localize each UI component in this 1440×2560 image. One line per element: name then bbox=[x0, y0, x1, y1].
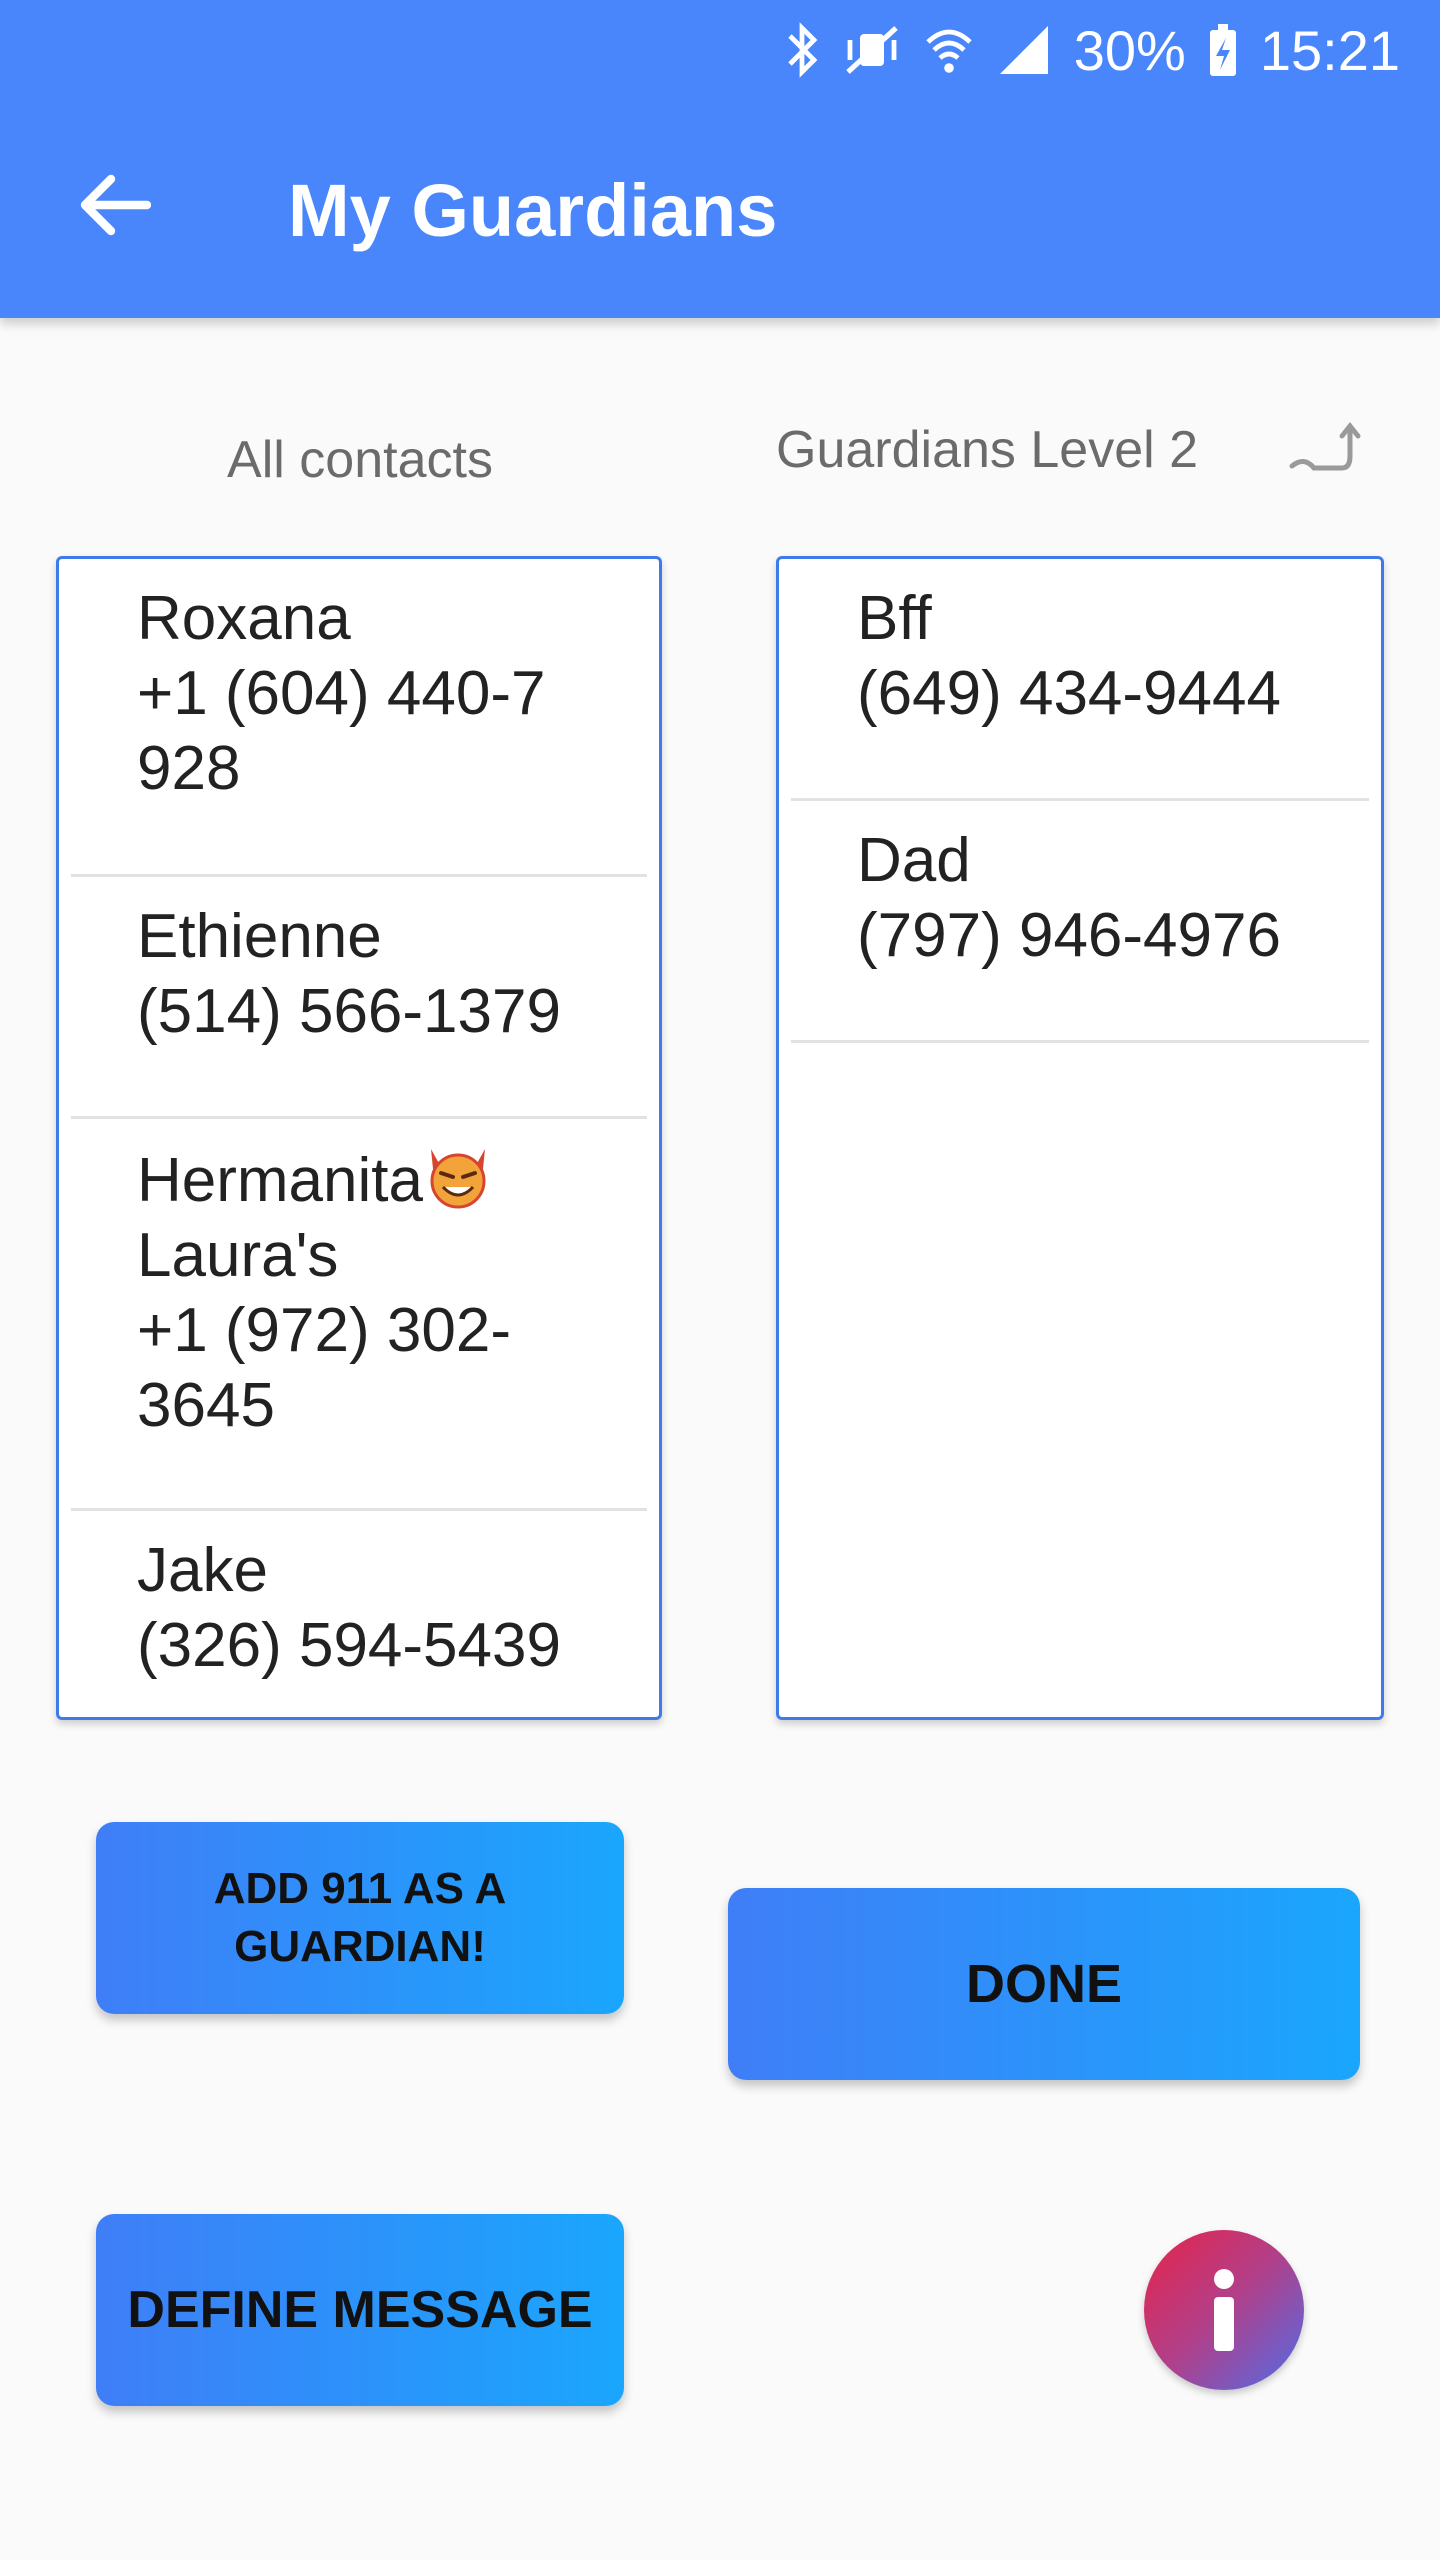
wifi-icon bbox=[924, 22, 974, 78]
guardians-level-header: Guardians Level 2 bbox=[776, 421, 1199, 479]
contact-name: Ethienne bbox=[137, 902, 382, 971]
back-button[interactable] bbox=[70, 160, 160, 250]
info-icon bbox=[1214, 2269, 1234, 2351]
list-item[interactable]: Jake (326) 594-5439 bbox=[71, 1511, 647, 1683]
clock: 15:21 bbox=[1259, 18, 1400, 82]
contact-phone: (326) 594-5439 bbox=[137, 1611, 561, 1680]
info-button[interactable] bbox=[1144, 2230, 1304, 2390]
contact-phone: (514) 566-1379 bbox=[137, 977, 561, 1046]
arrow-left-icon bbox=[80, 174, 151, 236]
list-item[interactable]: Bff (649) 434-9444 bbox=[791, 559, 1369, 801]
all-contacts-list[interactable]: Roxana +1 (604) 440-7 928 Ethienne (514)… bbox=[56, 556, 662, 1720]
contact-phone: +1 (972) 302-3645 bbox=[137, 1296, 511, 1440]
signal-icon bbox=[996, 22, 1052, 78]
page-title: My Guardians bbox=[288, 169, 778, 252]
contact-name: Jake bbox=[137, 1536, 268, 1605]
status-bar: 30% 15:21 bbox=[784, 14, 1400, 86]
guardians-list[interactable]: Bff (649) 434-9444 Dad (797) 946-4976 bbox=[776, 556, 1384, 1720]
contact-name-line: Hermanita bbox=[137, 1141, 627, 1218]
define-message-button[interactable]: DEFINE MESSAGE bbox=[96, 2214, 624, 2406]
guardian-name: Dad bbox=[857, 826, 971, 895]
add-911-guardian-button[interactable]: ADD 911 AS A GUARDIAN! bbox=[96, 1822, 624, 2014]
done-button[interactable]: DONE bbox=[728, 1888, 1360, 2080]
guardian-phone: (797) 946-4976 bbox=[857, 901, 1281, 970]
list-item[interactable]: Ethienne (514) 566-1379 bbox=[71, 877, 647, 1119]
curved-arrow-icon[interactable] bbox=[1284, 416, 1364, 486]
battery-charging-icon bbox=[1208, 22, 1238, 78]
list-item[interactable]: Hermanita Laura's +1 (972) 302-3645 bbox=[71, 1119, 647, 1511]
list-item[interactable]: Roxana +1 (604) 440-7 928 bbox=[71, 559, 647, 877]
smiling-devil-emoji bbox=[423, 1141, 493, 1211]
contact-name: Hermanita bbox=[137, 1146, 423, 1215]
battery-percent: 30% bbox=[1073, 18, 1186, 82]
contact-name: Roxana bbox=[137, 584, 351, 653]
guardian-phone: (649) 434-9444 bbox=[857, 659, 1281, 728]
contact-phone: +1 (604) 440-7 928 bbox=[137, 659, 546, 803]
guardian-name: Bff bbox=[857, 584, 932, 653]
app-bar: 30% 15:21 My Guardians bbox=[0, 0, 1440, 318]
all-contacts-header: All contacts bbox=[227, 431, 493, 489]
contact-note: Laura's bbox=[137, 1221, 339, 1290]
list-item[interactable]: Dad (797) 946-4976 bbox=[791, 801, 1369, 1043]
bluetooth-icon bbox=[784, 22, 820, 78]
mute-vibrate-icon bbox=[842, 22, 902, 78]
